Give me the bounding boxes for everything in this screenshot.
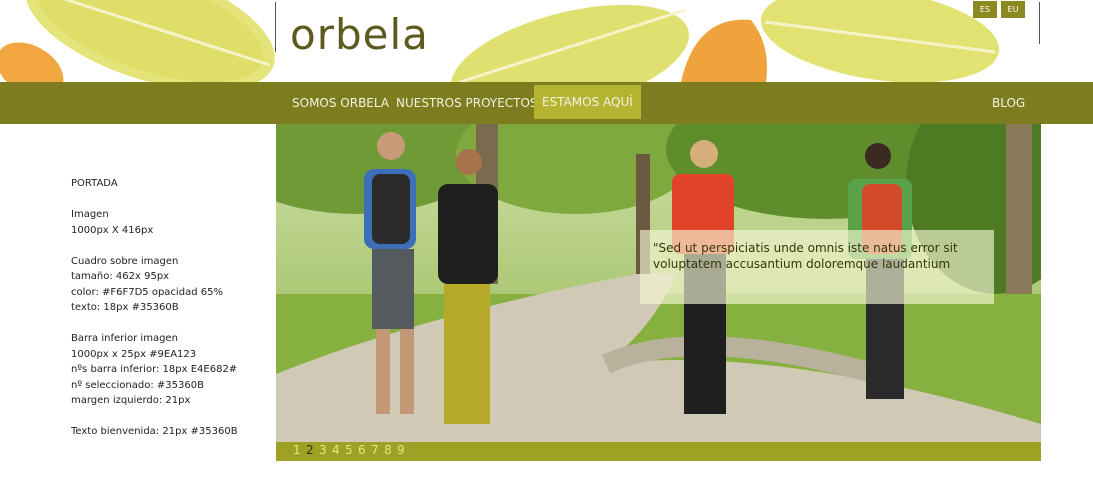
spec-imagen-size: 1000px X 416px xyxy=(71,224,154,236)
spec-barra-size: 1000px x 25px #9EA123 xyxy=(71,348,197,360)
welcome-quote: "Sed ut perspiciatis unde omnis iste nat… xyxy=(653,241,958,271)
spec-imagen-title: Imagen xyxy=(71,209,109,220)
language-eu-button[interactable]: EU xyxy=(1001,1,1025,18)
language-es-button[interactable]: ES xyxy=(973,1,997,18)
spec-cuadro-size: tamaño: 462x 95px xyxy=(71,271,170,282)
nav-item-estamos-aqui[interactable]: ESTAMOS AQUÍ xyxy=(534,85,641,119)
slider-pager: 1 2 3 4 5 6 7 8 9 xyxy=(276,442,1041,461)
header-divider xyxy=(1039,2,1040,44)
spec-cuadro-text: texto: 18px #35360B xyxy=(71,302,179,313)
pager-number[interactable]: 9 xyxy=(397,443,405,457)
spec-barra-selected: nº seleccionado: #35360B xyxy=(71,379,204,391)
nav-item-nuestros-proyectos[interactable]: NUESTROS PROYECTOS xyxy=(396,82,538,124)
spec-barra-margin: margen izquierdo: 21px xyxy=(71,395,191,406)
pager-number[interactable]: 6 xyxy=(358,443,366,457)
spec-notes: PORTADA Imagen 1000px X 416px Cuadro sob… xyxy=(71,176,271,455)
leaf-decoration-icon xyxy=(761,0,999,82)
pager-number[interactable]: 8 xyxy=(384,443,392,457)
spec-cuadro-color: color: #F6F7D5 opacidad 65% xyxy=(71,286,223,298)
leaf-decoration-icon xyxy=(0,42,64,82)
pager-number[interactable]: 3 xyxy=(319,443,327,457)
spec-bienvenida: Texto bienvenida: 21px #35360B xyxy=(71,426,238,437)
logo[interactable]: orbela xyxy=(290,10,429,59)
pager-number[interactable]: 5 xyxy=(345,443,353,457)
leaf-decoration-icon xyxy=(451,4,689,82)
pager-number[interactable]: 7 xyxy=(371,443,379,457)
site-header: orbela ES EU xyxy=(0,0,1093,82)
pager-number[interactable]: 1 xyxy=(293,443,301,457)
spec-cuadro-title: Cuadro sobre imagen xyxy=(71,255,179,267)
spec-barra-title: Barra inferior imagen xyxy=(71,333,178,344)
brand-divider xyxy=(275,2,276,52)
welcome-overlay: "Sed ut perspiciatis unde omnis iste nat… xyxy=(640,230,994,304)
pager-number-selected[interactable]: 2 xyxy=(306,443,314,457)
nav-item-blog[interactable]: BLOG xyxy=(992,82,1025,124)
main-nav: SOMOS ORBELA NUESTROS PROYECTOS ESTAMOS … xyxy=(0,82,1093,124)
spec-barra-nums: nºs barra inferior: 18px E4E682# xyxy=(71,364,238,375)
spec-portada: PORTADA xyxy=(71,178,118,189)
pager-number[interactable]: 4 xyxy=(332,443,340,457)
nav-item-somos-orbela[interactable]: SOMOS ORBELA xyxy=(292,82,389,124)
